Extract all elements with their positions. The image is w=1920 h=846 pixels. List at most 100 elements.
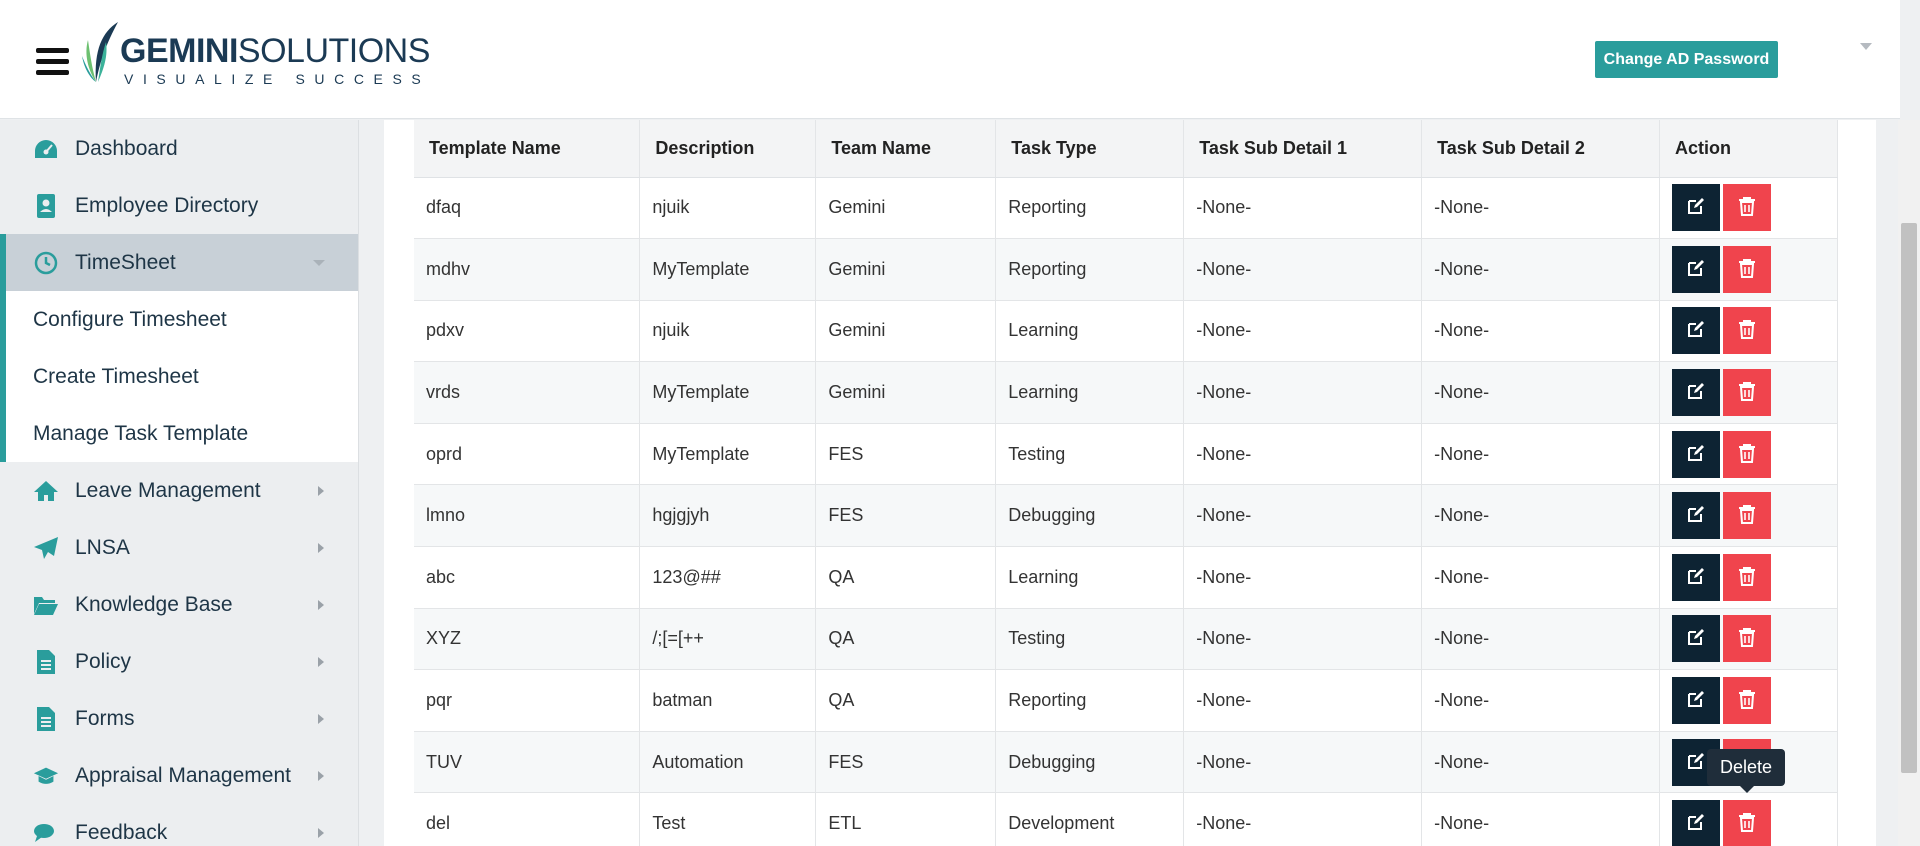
- delete-button[interactable]: [1723, 553, 1772, 601]
- edit-icon: [1686, 504, 1706, 527]
- sidebar-item-timesheet[interactable]: TimeSheet: [0, 234, 358, 291]
- edit-button[interactable]: [1672, 492, 1721, 540]
- cell-team-name: FES: [815, 423, 997, 486]
- edit-button[interactable]: [1672, 800, 1721, 846]
- cell-template-name: pdxv: [414, 300, 641, 363]
- sidebar-subitem-create-timesheet[interactable]: Create Timesheet: [6, 348, 358, 405]
- delete-button[interactable]: [1723, 307, 1772, 355]
- delete-button[interactable]: [1723, 184, 1772, 232]
- delete-button[interactable]: [1723, 430, 1772, 478]
- chat-icon: [33, 820, 59, 846]
- cell-task-sub-detail-1: -None-: [1183, 361, 1423, 424]
- edit-icon: [1686, 443, 1706, 466]
- cell-actions: [1659, 177, 1838, 240]
- cell-description: njuik: [639, 177, 817, 240]
- chevron-right-icon: [318, 600, 324, 610]
- graduation-cap-icon: [33, 763, 59, 789]
- edit-button[interactable]: [1672, 307, 1721, 355]
- column-header-task-sub-detail-1[interactable]: Task Sub Detail 1: [1183, 120, 1423, 178]
- delete-button[interactable]: [1723, 615, 1772, 663]
- trash-icon: [1738, 812, 1756, 835]
- company-logo[interactable]: GEMINISOLUTIONS VISUALIZE SUCCESS: [80, 20, 430, 90]
- edit-icon: [1686, 196, 1706, 219]
- cell-task-sub-detail-2: -None-: [1421, 608, 1661, 671]
- cell-task-sub-detail-1: -None-: [1183, 423, 1423, 486]
- cell-task-type: Reporting: [995, 669, 1185, 732]
- delete-button[interactable]: [1723, 369, 1772, 417]
- edit-button[interactable]: [1672, 553, 1721, 601]
- table-row: pqr batman QA Reporting -None- -None-: [414, 669, 1838, 732]
- column-header-task-type[interactable]: Task Type: [995, 120, 1185, 178]
- main-content: Template Name Description Team Name Task…: [384, 120, 1876, 846]
- cell-description: hgjgjyh: [639, 484, 817, 548]
- delete-button[interactable]: [1723, 677, 1772, 725]
- edit-button[interactable]: [1672, 369, 1721, 417]
- cell-team-name: Gemini: [815, 177, 997, 240]
- sidebar: Dashboard Employee Directory TimeSheet C…: [0, 120, 359, 846]
- cell-description: MyTemplate: [639, 361, 817, 424]
- column-header-team-name[interactable]: Team Name: [815, 120, 997, 178]
- sidebar-item-label: Knowledge Base: [75, 592, 233, 616]
- edit-icon: [1686, 381, 1706, 404]
- sidebar-item-appraisal-management[interactable]: Appraisal Management: [0, 747, 358, 804]
- chevron-right-icon: [318, 714, 324, 724]
- cell-template-name: vrds: [414, 361, 641, 424]
- sidebar-item-label: Employee Directory: [75, 193, 259, 217]
- column-header-description[interactable]: Description: [639, 120, 817, 178]
- sidebar-item-feedback[interactable]: Feedback: [0, 804, 358, 846]
- edit-button[interactable]: [1672, 245, 1721, 293]
- table-row: XYZ/;[=[++ QA Testing -None- -None-: [414, 608, 1838, 671]
- cell-template-name: pqr: [414, 669, 641, 732]
- table-row: TUV Automation FES Debugging -None- -None-: [414, 731, 1838, 794]
- sidebar-item-lnsa[interactable]: LNSA: [0, 519, 358, 576]
- cell-task-type: Debugging: [995, 731, 1185, 794]
- sidebar-item-knowledge-base[interactable]: Knowledge Base: [0, 576, 358, 633]
- cell-description: Automation: [639, 731, 817, 794]
- cell-team-name: Gemini: [815, 238, 997, 301]
- delete-button[interactable]: [1723, 492, 1772, 540]
- cell-template-name: abc: [414, 546, 641, 609]
- cell-actions: [1659, 484, 1838, 548]
- timesheet-submenu: Configure Timesheet Create Timesheet Man…: [0, 291, 358, 462]
- scrollbar-thumb[interactable]: [1901, 223, 1917, 773]
- vertical-scrollbar[interactable]: [1898, 120, 1920, 846]
- sidebar-item-leave-management[interactable]: Leave Management: [0, 462, 358, 519]
- folder-open-icon: [33, 592, 59, 618]
- chevron-right-icon: [318, 486, 324, 496]
- trash-icon: [1738, 381, 1756, 404]
- edit-button[interactable]: [1672, 615, 1721, 663]
- user-menu-caret-icon[interactable]: [1860, 43, 1872, 50]
- edit-button[interactable]: [1672, 430, 1721, 478]
- column-header-task-sub-detail-2[interactable]: Task Sub Detail 2: [1421, 120, 1661, 178]
- chevron-right-icon: [318, 543, 324, 553]
- trash-icon: [1738, 319, 1756, 342]
- edit-button[interactable]: [1672, 677, 1721, 725]
- sidebar-item-label: Policy: [75, 649, 132, 673]
- sidebar-item-policy[interactable]: Policy: [0, 633, 358, 690]
- cell-task-sub-detail-2: -None-: [1421, 731, 1661, 794]
- cell-task-sub-detail-2: -None-: [1421, 669, 1661, 732]
- edit-button[interactable]: [1672, 184, 1721, 232]
- edit-icon: [1686, 258, 1706, 281]
- cell-task-sub-detail-1: -None-: [1183, 792, 1423, 846]
- cell-task-sub-detail-2: -None-: [1421, 238, 1661, 301]
- trash-icon: [1738, 443, 1756, 466]
- cell-task-sub-detail-2: -None-: [1421, 361, 1661, 424]
- sidebar-subitem-manage-task-template[interactable]: Manage Task Template: [6, 405, 358, 462]
- sidebar-item-employee-directory[interactable]: Employee Directory: [0, 177, 358, 234]
- column-header-template-name[interactable]: Template Name: [414, 120, 641, 178]
- sidebar-subitem-configure-timesheet[interactable]: Configure Timesheet: [6, 291, 358, 348]
- hamburger-menu-icon[interactable]: [36, 48, 69, 76]
- sidebar-item-dashboard[interactable]: Dashboard: [0, 120, 358, 177]
- trash-icon: [1738, 566, 1756, 589]
- change-ad-password-button[interactable]: Change AD Password: [1595, 41, 1778, 78]
- cell-task-sub-detail-2: -None-: [1421, 546, 1661, 609]
- cell-task-sub-detail-1: -None-: [1183, 608, 1423, 671]
- cell-task-sub-detail-1: -None-: [1183, 669, 1423, 732]
- delete-button[interactable]: [1723, 800, 1772, 846]
- sidebar-item-forms[interactable]: Forms: [0, 690, 358, 747]
- table-row: del Test ETL Development -None- -None-: [414, 792, 1838, 846]
- cell-actions: [1659, 546, 1838, 609]
- trash-icon: [1738, 258, 1756, 281]
- delete-button[interactable]: [1723, 245, 1772, 293]
